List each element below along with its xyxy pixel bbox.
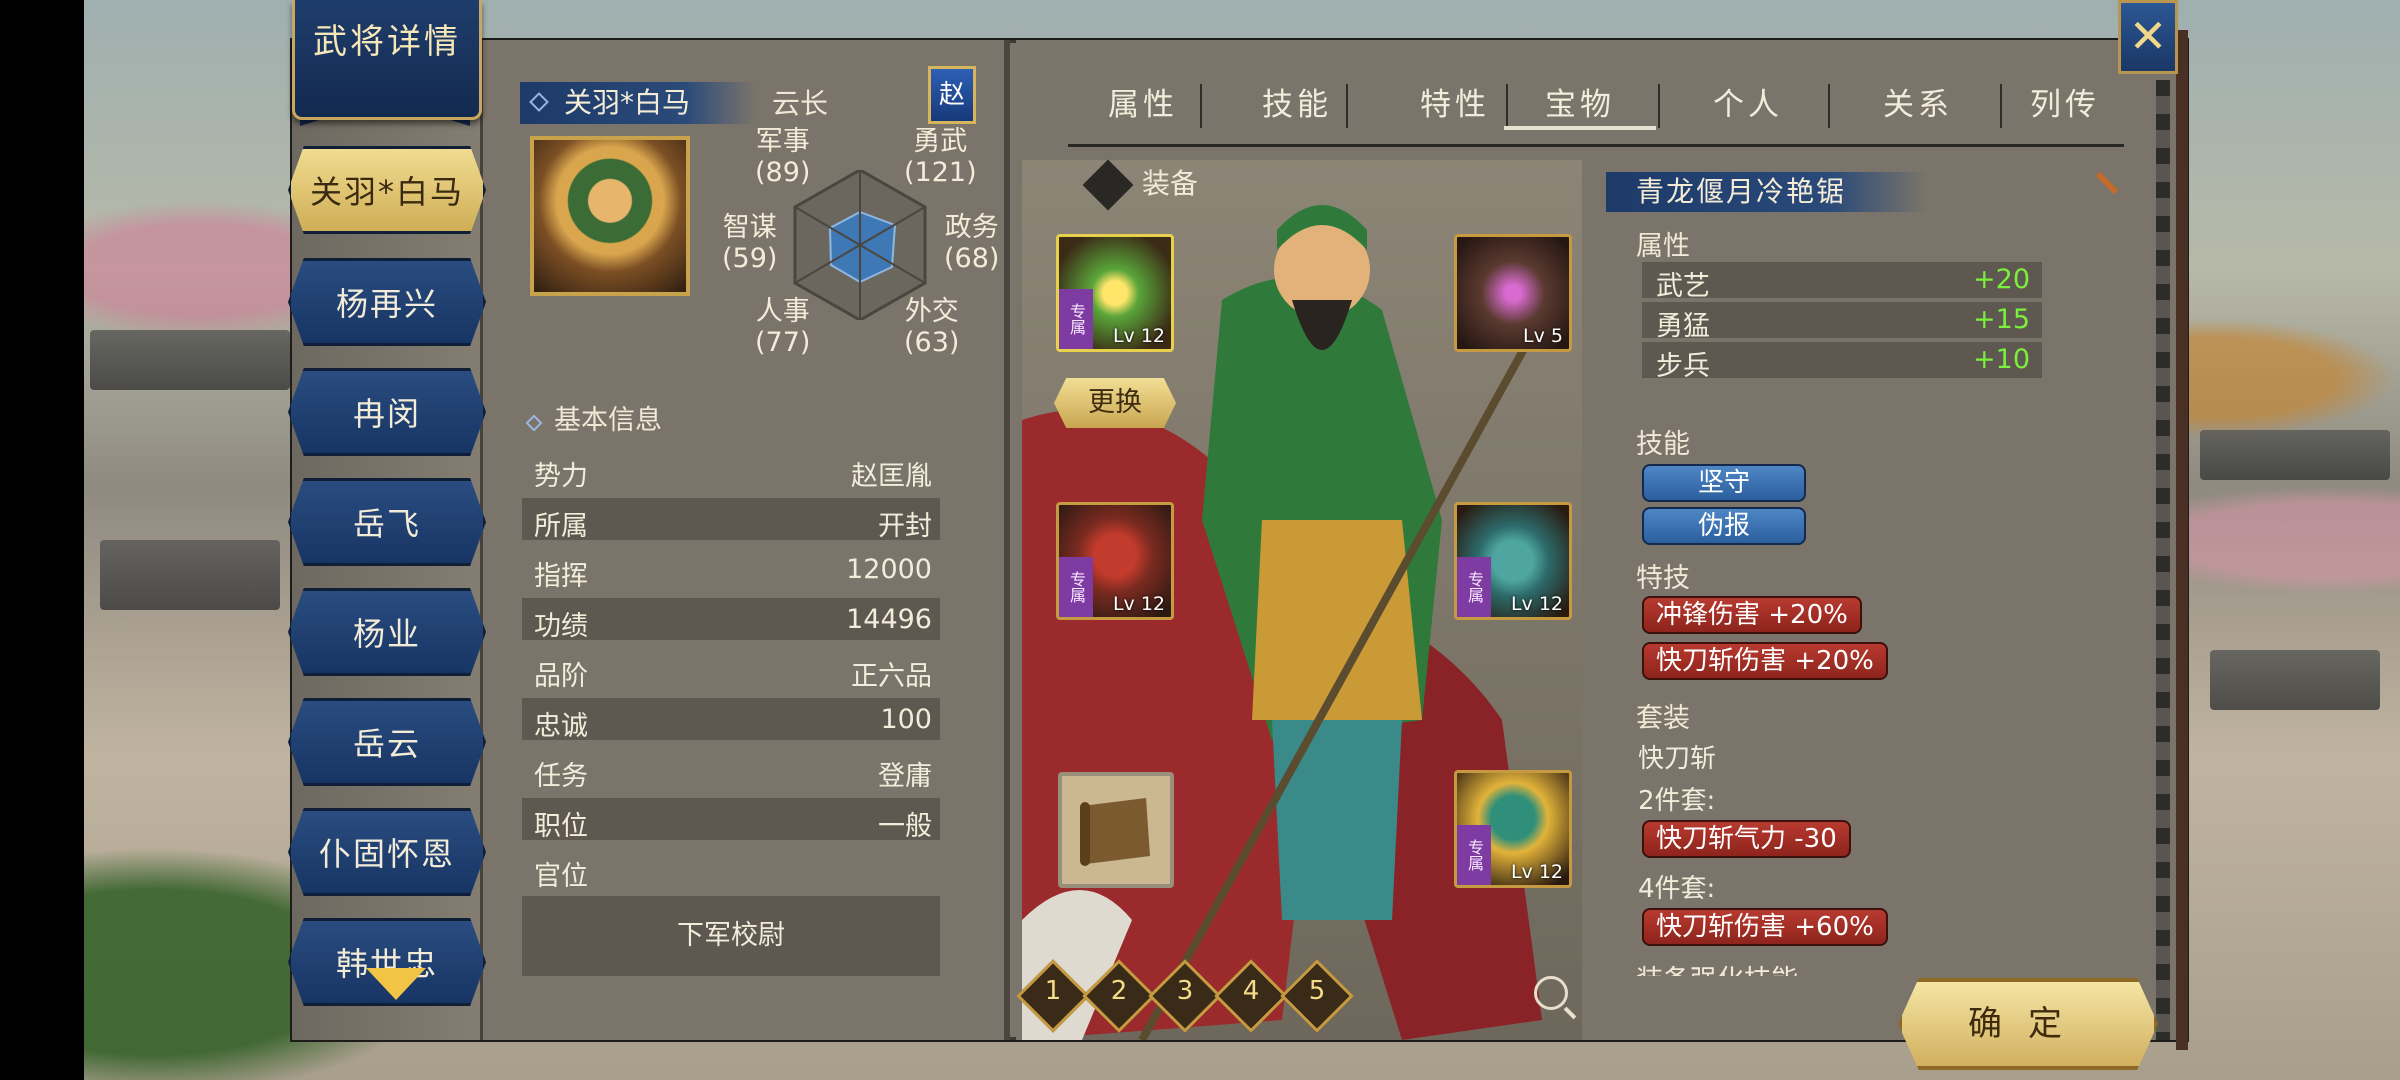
office-title: 下军校尉 <box>522 896 940 976</box>
item-attr-row: 勇猛 +15 <box>1642 302 2042 342</box>
set-name: 快刀斩 <box>1638 744 1717 774</box>
hero-item-pugu[interactable]: 仆固怀恩 <box>288 808 486 896</box>
hero-item-yueyun[interactable]: 岳云 <box>288 698 486 786</box>
info-row-loyalty: 忠诚 100 <box>522 698 940 742</box>
screen-edge <box>0 0 84 1080</box>
tab-separator <box>2000 84 2002 128</box>
slot-level: Lv 12 <box>1112 593 1165 615</box>
close-icon[interactable]: ✕ <box>2118 0 2178 74</box>
item-traits-header: 特技 <box>1636 563 1690 594</box>
tab-biography[interactable]: 列传 <box>2010 80 2120 130</box>
tab-separator <box>1658 84 1660 128</box>
enhance-skill-header: 装备强化技能 <box>1636 958 1798 976</box>
trait-pill: 快刀斩伤害 +20% <box>1642 642 1888 680</box>
equip-slot-weapon[interactable]: 专属 Lv 12 <box>1056 234 1174 352</box>
basic-info-header: 基本信息 <box>525 398 662 437</box>
item-skills-header: 技能 <box>1636 429 1690 460</box>
scroll-icon <box>1080 798 1150 866</box>
scroll-item-slot[interactable] <box>1058 772 1174 888</box>
slot-level: Lv 12 <box>1510 593 1563 615</box>
item-set-header: 套装 <box>1636 703 1690 734</box>
page-title: 武将详情 <box>313 22 461 62</box>
swap-icon <box>1082 159 1134 211</box>
tab-treasure[interactable]: 宝物 <box>1504 80 1656 130</box>
stat-diplomacy: 外交 (63) <box>904 296 960 358</box>
general-name: 关羽*白马 <box>564 86 691 119</box>
stat-personnel: 人事 (77) <box>755 296 811 358</box>
trait-pill: 冲锋伤害 +20% <box>1642 596 1862 634</box>
equip-slot-helmet[interactable]: 专属 Lv 12 <box>1454 770 1572 888</box>
set-2-label: 2件套: <box>1638 786 1716 816</box>
info-row-office: 官位 <box>534 861 588 892</box>
stat-military: 军事 (89) <box>755 126 811 188</box>
exclusive-tag: 专属 <box>1059 557 1093 617</box>
skill-pill[interactable]: 伪报 <box>1642 507 1806 545</box>
replace-button[interactable]: 更换 <box>1054 378 1176 428</box>
stat-valor: 勇武 (121) <box>904 126 977 188</box>
diamond-icon <box>525 414 543 432</box>
equip-slot-armor[interactable]: 专属 Lv 12 <box>1454 502 1572 620</box>
background-roof <box>90 330 290 390</box>
tab-underline <box>1068 144 2124 147</box>
info-row-command: 指挥 12000 <box>534 554 932 592</box>
general-portrait[interactable] <box>530 136 690 296</box>
hero-item-yuefei[interactable]: 岳飞 <box>288 478 486 566</box>
info-row-task: 任务 登庸 <box>534 761 932 792</box>
hero-item-yangzaixing[interactable]: 杨再兴 <box>288 258 486 346</box>
info-row-city: 所属 开封 <box>522 498 940 542</box>
general-name-bar: 关羽*白马 <box>520 82 755 124</box>
stat-intellect: 智谋 (59) <box>722 212 778 274</box>
page-label-2: 2 <box>1110 976 1128 1006</box>
set-2-bonus: 快刀斩气力 -30 <box>1642 820 1851 858</box>
stat-politics: 政务 (68) <box>944 212 1000 274</box>
set-4-label: 4件套: <box>1638 874 1716 904</box>
exclusive-tag: 专属 <box>1059 289 1093 349</box>
info-row-position: 职位 一般 <box>522 798 940 842</box>
equip-slot-spear[interactable]: Lv 5 <box>1454 234 1572 352</box>
scroll-down-icon[interactable] <box>366 968 426 1000</box>
equipment-header: 装备 <box>1082 159 1198 211</box>
tab-separator <box>1346 84 1348 128</box>
skill-pill[interactable]: 坚守 <box>1642 464 1806 502</box>
tab-attributes[interactable]: 属性 <box>1068 80 1218 130</box>
hero-item-ranmin[interactable]: 冉闵 <box>288 368 486 456</box>
tab-relations[interactable]: 关系 <box>1838 80 1998 130</box>
exclusive-tag: 专属 <box>1457 557 1491 617</box>
set-4-bonus: 快刀斩伤害 +60% <box>1642 908 1888 946</box>
page-label-4: 4 <box>1242 976 1260 1006</box>
zoom-icon[interactable] <box>1534 976 1568 1010</box>
page-label-5: 5 <box>1308 976 1326 1006</box>
slot-level: Lv 5 <box>1523 325 1563 347</box>
title-banner: 武将详情 <box>292 0 482 120</box>
tab-skills[interactable]: 技能 <box>1222 80 1372 130</box>
panel-frame <box>2176 30 2188 1050</box>
faction-badge: 赵 <box>928 66 976 124</box>
background-roof <box>2200 430 2390 480</box>
tab-personal[interactable]: 个人 <box>1668 80 1828 130</box>
info-row-merit: 功绩 14496 <box>522 598 940 642</box>
exclusive-tag: 专属 <box>1457 825 1491 885</box>
page-label-3: 3 <box>1176 976 1194 1006</box>
hero-item-guanyu[interactable]: 关羽*白马 <box>288 146 486 234</box>
info-row-faction: 势力 赵匡胤 <box>534 461 932 492</box>
equip-slot-horse[interactable]: 专属 Lv 12 <box>1056 502 1174 620</box>
background-roof <box>100 540 280 610</box>
slot-level: Lv 12 <box>1510 861 1563 883</box>
slot-level: Lv 12 <box>1112 325 1165 347</box>
background-roof <box>2210 650 2380 710</box>
item-attr-row: 武艺 +20 <box>1642 262 2042 302</box>
info-row-rank: 品阶 正六品 <box>534 661 932 692</box>
item-title: 青龙偃月冷艳锯 <box>1606 172 1926 212</box>
tab-separator <box>1828 84 1830 128</box>
diamond-icon <box>529 92 549 112</box>
chain-decoration <box>2156 80 2170 1040</box>
page-label-1: 1 <box>1044 976 1062 1006</box>
general-courtesy-name: 云长 <box>772 87 829 120</box>
confirm-button[interactable]: 确定 <box>1898 978 2158 1070</box>
item-attr-row: 步兵 +10 <box>1642 342 2042 382</box>
hero-item-yangye[interactable]: 杨业 <box>288 588 486 676</box>
item-attributes-header: 属性 <box>1636 231 1690 262</box>
tab-separator <box>1200 84 1202 128</box>
